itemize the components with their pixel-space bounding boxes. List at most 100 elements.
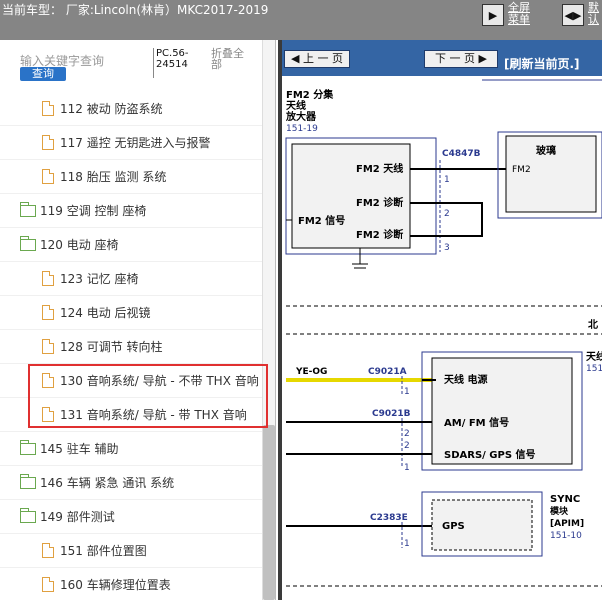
antenna-inner-box bbox=[431, 357, 573, 465]
sidebar: 输入关键字查询 查询 PC.56-24514 折叠全部 112 被动 防盗系统 1… bbox=[0, 40, 276, 600]
document-icon bbox=[42, 135, 54, 150]
fm2-diag-wire-loop bbox=[410, 202, 483, 237]
scrollbar-thumb[interactable] bbox=[263, 425, 275, 600]
tree-folder-item[interactable]: 149 部件测试 bbox=[0, 500, 262, 534]
fm2-diag-label-1: FM2 诊断 bbox=[356, 196, 403, 209]
glass-label: 玻璃 bbox=[536, 144, 556, 157]
top-bar: 当前车型： 厂家:Lincoln(林肯）MKC2017-2019 ▶ 全屏 菜单… bbox=[0, 0, 602, 40]
pin-e1: 1 bbox=[404, 539, 410, 549]
tree-folder-item[interactable]: 146 车辆 紧急 通讯 系统 bbox=[0, 466, 262, 500]
next-page-button[interactable]: 下 一 页 ▶ bbox=[424, 50, 498, 68]
pin-b1: 1 bbox=[404, 463, 410, 473]
fm2-signal-label: FM2 信号 bbox=[298, 214, 345, 227]
prev-page-label: 上 一 页 bbox=[302, 52, 343, 65]
document-icon bbox=[42, 339, 54, 354]
tree-item-label: 124 电动 后视镜 bbox=[60, 306, 151, 320]
connector-c9021a: C9021A bbox=[368, 367, 407, 377]
document-icon bbox=[42, 543, 54, 558]
sync-apim-label: [APIM] bbox=[550, 519, 584, 529]
folder-icon bbox=[20, 235, 36, 251]
search-button[interactable]: 查询 bbox=[20, 67, 66, 81]
default-label: 默 认 bbox=[588, 1, 599, 26]
pin-b2b: 2 bbox=[404, 441, 410, 451]
document-code: PC.56-24514 bbox=[153, 48, 203, 78]
connector-c2383e: C2383E bbox=[370, 513, 408, 523]
tree-doc-item[interactable]: 123 记忆 座椅 bbox=[0, 262, 262, 296]
wire-color-label: YE-OG bbox=[295, 367, 327, 377]
section-tree: 112 被动 防盗系统 117 遥控 无钥匙进入与报警 118 胎压 监测 系统 11… bbox=[0, 92, 262, 600]
fm2-title-3: 放大器 bbox=[285, 110, 317, 123]
am-fm-signal-label: AM/ FM 信号 bbox=[444, 416, 509, 429]
tree-doc-item[interactable]: 112 被动 防盗系统 bbox=[0, 92, 262, 126]
gps-label: GPS bbox=[442, 521, 465, 532]
tree-doc-item[interactable]: 128 可调节 转向柱 bbox=[0, 330, 262, 364]
connector-c4847b: C4847B bbox=[442, 149, 481, 159]
sync-title: SYNC bbox=[550, 494, 580, 505]
tree-doc-item[interactable]: 160 车辆修理位置表 bbox=[0, 568, 262, 600]
document-icon bbox=[42, 169, 54, 184]
tree-item-label: 112 被动 防盗系统 bbox=[60, 102, 163, 116]
folder-icon bbox=[20, 473, 36, 489]
antenna-right-ref: 151- bbox=[586, 364, 602, 374]
sdars-gps-label: SDARS/ GPS 信号 bbox=[444, 448, 536, 461]
fm2-ref: 151-19 bbox=[286, 124, 318, 134]
fm2-title: FM2 分集 bbox=[286, 88, 334, 101]
folder-icon bbox=[20, 201, 36, 217]
tree-item-label: 117 遥控 无钥匙进入与报警 bbox=[60, 136, 211, 150]
pin-2: 2 bbox=[444, 209, 450, 219]
next-arrow-icon: ▶ bbox=[475, 52, 487, 65]
prev-arrow-icon: ◀ bbox=[291, 52, 303, 65]
tree-folder-item[interactable]: 119 空调 控制 座椅 bbox=[0, 194, 262, 228]
play-icon: ▶ bbox=[482, 4, 504, 26]
tree-doc-item[interactable]: 117 遥控 无钥匙进入与报警 bbox=[0, 126, 262, 160]
wiring-diagram-svg: FM2 分集 天线 放大器 151-19 FM2 天线 FM2 诊断 FM2 诊… bbox=[285, 79, 602, 587]
pin-1: 1 bbox=[444, 175, 450, 185]
fullscreen-menu-label: 全屏 菜单 bbox=[508, 1, 530, 26]
tree-item-label: 146 车辆 紧急 通讯 系统 bbox=[40, 476, 175, 490]
yellow-wire bbox=[286, 378, 436, 382]
selection-highlight bbox=[28, 364, 268, 428]
antenna-power-label: 天线 电源 bbox=[444, 373, 487, 386]
tree-item-label: 145 驻车 辅助 bbox=[40, 442, 119, 456]
split-icon: ◀▶ bbox=[562, 4, 584, 26]
tree-item-label: 149 部件测试 bbox=[40, 510, 115, 524]
tree-folder-item[interactable]: 120 电动 座椅 bbox=[0, 228, 262, 262]
tree-doc-item[interactable]: 124 电动 后视镜 bbox=[0, 296, 262, 330]
sync-module-label: 模块 bbox=[550, 505, 569, 517]
page-nav-bar: ◀ 上 一 页 下 一 页 ▶ [刷新当前页.] bbox=[282, 40, 602, 76]
fm2-antenna-label: FM2 天线 bbox=[356, 162, 403, 175]
tree-item-label: 118 胎压 监测 系统 bbox=[60, 170, 167, 184]
fullscreen-menu-button[interactable]: ▶ 全屏 菜单 bbox=[482, 2, 530, 30]
sync-ref: 151-10 bbox=[550, 531, 582, 541]
tree-item-label: 119 空调 控制 座椅 bbox=[40, 204, 147, 218]
diagram-panel: ◀ 上 一 页 下 一 页 ▶ [刷新当前页.] FM2 分集 天线 放大器 1… bbox=[278, 40, 602, 600]
next-page-label: 下 一 页 bbox=[435, 52, 476, 65]
collapse-all-button[interactable]: 折叠全部 bbox=[211, 48, 251, 70]
fm2-diag-label-2: FM2 诊断 bbox=[356, 228, 403, 241]
connector-c9021b: C9021B bbox=[372, 409, 411, 419]
glass-fm2-label: FM2 bbox=[512, 165, 531, 175]
default-button[interactable]: ◀▶ 默 认 bbox=[562, 2, 599, 30]
folder-icon bbox=[20, 507, 36, 523]
fm2-title-2: 天线 bbox=[286, 99, 306, 112]
document-icon bbox=[42, 577, 54, 592]
tree-item-label: 123 记忆 座椅 bbox=[60, 272, 139, 286]
current-vehicle-label: 当前车型： 厂家:Lincoln(林肯）MKC2017-2019 bbox=[2, 3, 269, 17]
tree-item-label: 120 电动 座椅 bbox=[40, 238, 119, 252]
wiring-diagram: FM2 分集 天线 放大器 151-19 FM2 天线 FM2 诊断 FM2 诊… bbox=[282, 76, 602, 600]
pin-3: 3 bbox=[444, 243, 450, 253]
north-label: 北 bbox=[588, 318, 598, 331]
prev-page-button[interactable]: ◀ 上 一 页 bbox=[284, 50, 350, 68]
tree-item-label: 151 部件位置图 bbox=[60, 544, 147, 558]
tree-doc-item[interactable]: 151 部件位置图 bbox=[0, 534, 262, 568]
document-icon bbox=[42, 305, 54, 320]
tree-item-label: 160 车辆修理位置表 bbox=[60, 578, 171, 592]
pin-b2a: 2 bbox=[404, 429, 410, 439]
document-icon bbox=[42, 271, 54, 286]
folder-icon bbox=[20, 439, 36, 455]
refresh-page-link[interactable]: [刷新当前页.] bbox=[504, 55, 580, 72]
pin-a1: 1 bbox=[404, 387, 410, 397]
tree-doc-item[interactable]: 118 胎压 监测 系统 bbox=[0, 160, 262, 194]
search-area: 输入关键字查询 查询 PC.56-24514 折叠全部 bbox=[0, 40, 275, 90]
tree-folder-item[interactable]: 145 驻车 辅助 bbox=[0, 432, 262, 466]
